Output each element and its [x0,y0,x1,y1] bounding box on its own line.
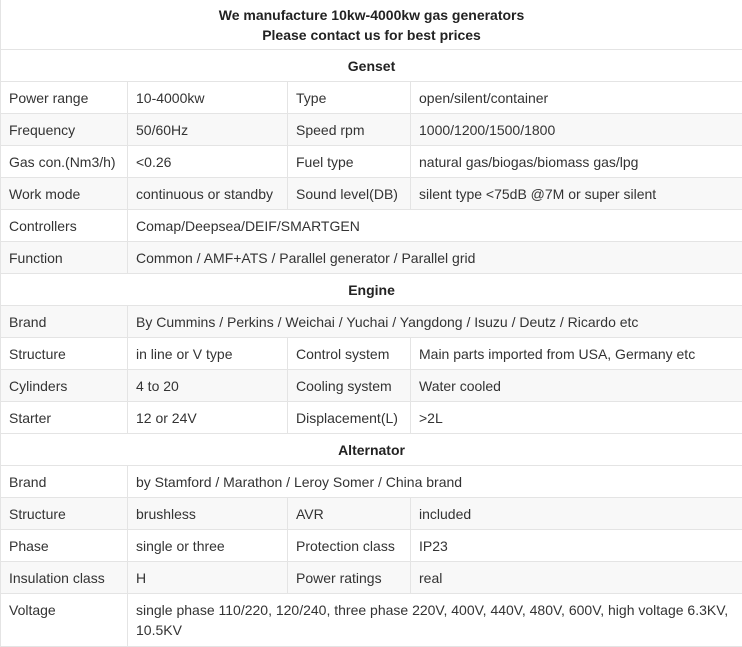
row-label: Protection class [288,530,411,562]
row-label: Insulation class [1,562,128,594]
row-value: By Cummins / Perkins / Weichai / Yuchai … [128,306,742,338]
header-line-1: We manufacture 10kw-4000kw gas generator… [1,5,742,25]
row-value: 10-4000kw [128,82,288,114]
table-row: Cylinders 4 to 20 Cooling system Water c… [1,370,742,402]
row-label: Cylinders [1,370,128,402]
row-label: Speed rpm [288,114,411,146]
table-row: Voltage single phase 110/220, 120/240, t… [1,594,742,647]
row-label: Gas con.(Nm3/h) [1,146,128,178]
table-row: Brand by Stamford / Marathon / Leroy Som… [1,466,742,498]
table-row: Structure brushless AVR included [1,498,742,530]
table-row: Power range 10-4000kw Type open/silent/c… [1,82,742,114]
row-label: Phase [1,530,128,562]
section-title-genset: Genset [1,50,742,82]
row-label: Brand [1,466,128,498]
row-label: Control system [288,338,411,370]
row-label: Displacement(L) [288,402,411,434]
row-value: 4 to 20 [128,370,288,402]
row-label: Cooling system [288,370,411,402]
row-label: Starter [1,402,128,434]
row-value: <0.26 [128,146,288,178]
row-label: Structure [1,338,128,370]
row-value: 50/60Hz [128,114,288,146]
row-value: open/silent/container [411,82,742,114]
row-label: Controllers [1,210,128,242]
section-engine: Engine [1,274,742,306]
row-value: Water cooled [411,370,742,402]
table-row: Function Common / AMF+ATS / Parallel gen… [1,242,742,274]
row-label: Work mode [1,178,128,210]
row-label: Power range [1,82,128,114]
spec-table: We manufacture 10kw-4000kw gas generator… [0,0,742,647]
row-label: Structure [1,498,128,530]
row-value: in line or V type [128,338,288,370]
section-genset: Genset [1,50,742,82]
row-label: Brand [1,306,128,338]
row-value: continuous or standby [128,178,288,210]
row-label: Frequency [1,114,128,146]
table-row: Phase single or three Protection class I… [1,530,742,562]
row-value: >2L [411,402,742,434]
row-value: brushless [128,498,288,530]
header-line-2: Please contact us for best prices [1,25,742,45]
section-title-alternator: Alternator [1,434,742,466]
row-label: Power ratings [288,562,411,594]
table-row: Frequency 50/60Hz Speed rpm 1000/1200/15… [1,114,742,146]
voltage-line-1: single phase 110/220, 120/240, three pha… [136,600,738,620]
table-row: Controllers Comap/Deepsea/DEIF/SMARTGEN [1,210,742,242]
table-row: Starter 12 or 24V Displacement(L) >2L [1,402,742,434]
voltage-line-2: 10.5KV [136,620,738,640]
row-value: IP23 [411,530,742,562]
row-value: Common / AMF+ATS / Parallel generator / … [128,242,742,274]
section-alternator: Alternator [1,434,742,466]
row-value: by Stamford / Marathon / Leroy Somer / C… [128,466,742,498]
row-value: Comap/Deepsea/DEIF/SMARTGEN [128,210,742,242]
row-value: included [411,498,742,530]
row-label: AVR [288,498,411,530]
row-label: Type [288,82,411,114]
header-row: We manufacture 10kw-4000kw gas generator… [1,0,742,50]
row-value: silent type <75dB @7M or super silent [411,178,742,210]
section-title-engine: Engine [1,274,742,306]
table-row: Brand By Cummins / Perkins / Weichai / Y… [1,306,742,338]
row-value: single or three [128,530,288,562]
row-value: Main parts imported from USA, Germany et… [411,338,742,370]
table-row: Work mode continuous or standby Sound le… [1,178,742,210]
row-label: Function [1,242,128,274]
row-value: H [128,562,288,594]
table-row: Insulation class H Power ratings real [1,562,742,594]
row-value: single phase 110/220, 120/240, three pha… [128,594,742,647]
row-value: 12 or 24V [128,402,288,434]
row-value: real [411,562,742,594]
table-row: Gas con.(Nm3/h) <0.26 Fuel type natural … [1,146,742,178]
row-label: Fuel type [288,146,411,178]
row-label: Voltage [1,594,128,647]
row-label: Sound level(DB) [288,178,411,210]
header-cell: We manufacture 10kw-4000kw gas generator… [1,0,742,50]
row-value: natural gas/biogas/biomass gas/lpg [411,146,742,178]
row-value: 1000/1200/1500/1800 [411,114,742,146]
table-row: Structure in line or V type Control syst… [1,338,742,370]
